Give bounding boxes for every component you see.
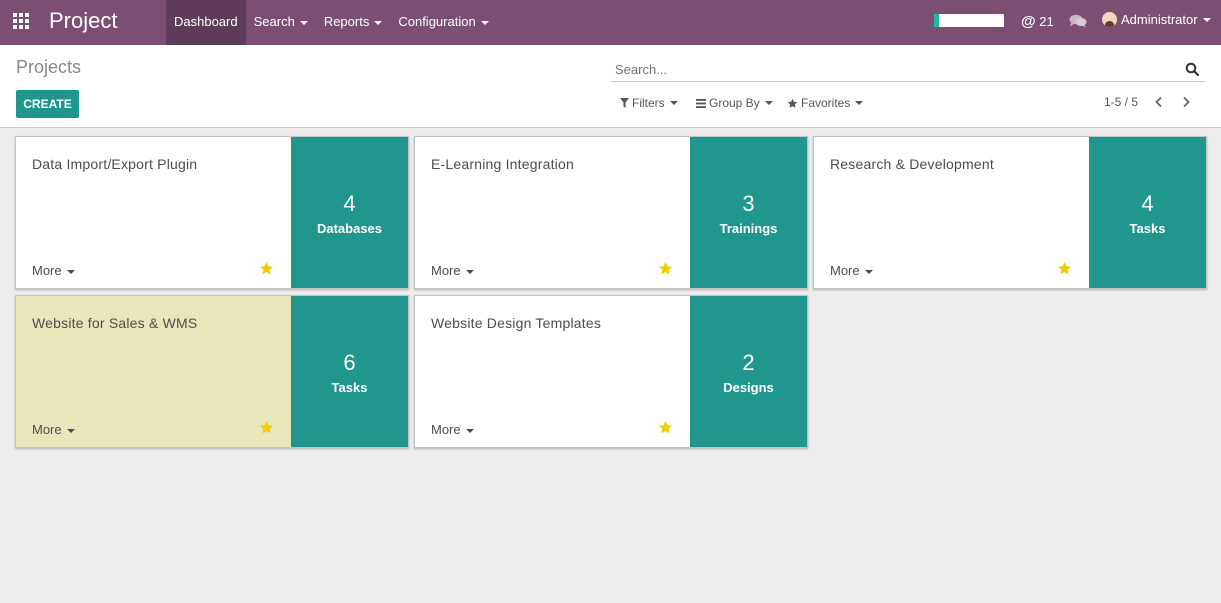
more-label: More (431, 263, 461, 278)
caret-down-icon (764, 101, 773, 105)
task-unit: Tasks (1129, 221, 1166, 236)
mentions-count: 21 (1039, 14, 1054, 29)
top-navbar: Project Dashboard Search Reports Configu… (0, 0, 1221, 45)
project-name: E-Learning Integration (431, 156, 574, 172)
task-count-button[interactable]: 3 Trainings (690, 137, 807, 288)
project-card-body[interactable]: E-Learning Integration More (415, 137, 690, 288)
caret-down-icon (855, 101, 864, 105)
caret-down-icon (480, 20, 489, 25)
menu-reports-label: Reports (323, 14, 370, 29)
task-unit: Tasks (331, 380, 368, 395)
favorite-star-icon[interactable] (658, 261, 673, 276)
at-icon: @ (1021, 13, 1036, 30)
project-name: Website Design Templates (431, 315, 602, 331)
caret-down-icon (465, 269, 474, 274)
project-card[interactable]: Data Import/Export Plugin More 4 Databas… (15, 136, 409, 289)
menu-configuration-label: Configuration (398, 14, 476, 29)
menu-dashboard[interactable]: Dashboard (166, 0, 246, 45)
project-card-body[interactable]: Data Import/Export Plugin More (16, 137, 291, 288)
favorites-label: Favorites (801, 96, 851, 110)
project-card-body[interactable]: Research & Development More (814, 137, 1089, 288)
caret-down-icon (299, 20, 308, 25)
menu-dashboard-label: Dashboard (174, 14, 238, 29)
chevron-left-icon[interactable] (1153, 96, 1165, 108)
star-icon (787, 98, 798, 108)
task-count: 3 (742, 191, 755, 216)
task-count: 2 (742, 350, 755, 375)
filters-button[interactable]: Filters (620, 96, 678, 110)
more-label: More (830, 263, 860, 278)
task-count: 4 (1141, 191, 1154, 216)
more-dropdown[interactable]: More (431, 422, 474, 437)
project-card-body[interactable]: Website Design Templates More (415, 296, 690, 447)
main-menu: Dashboard Search Reports Configuration (166, 0, 497, 45)
menu-search-label: Search (253, 14, 295, 29)
chevron-right-icon[interactable] (1180, 96, 1192, 108)
project-card[interactable]: Website Design Templates More 2 Designs (414, 295, 808, 448)
user-name: Administrator (1121, 12, 1198, 27)
mentions-counter[interactable]: @ 21 (1021, 13, 1054, 30)
task-count: 4 (343, 191, 356, 216)
caret-down-icon (66, 428, 75, 433)
group-by-button[interactable]: Group By (696, 96, 773, 110)
favorites-button[interactable]: Favorites (787, 96, 864, 110)
caret-down-icon (374, 20, 383, 25)
task-count: 6 (343, 350, 356, 375)
caret-down-icon (66, 269, 75, 274)
control-panel: Projects CREATE Filters Group By Favorit… (0, 45, 1221, 128)
task-count-button[interactable]: 6 Tasks (291, 296, 408, 447)
list-icon (696, 98, 706, 108)
search-input[interactable] (611, 57, 1171, 81)
project-card[interactable]: E-Learning Integration More 3 Trainings (414, 136, 808, 289)
favorite-star-icon[interactable] (259, 420, 274, 435)
filter-icon (620, 98, 629, 108)
project-card[interactable]: Research & Development More 4 Tasks (813, 136, 1207, 289)
menu-configuration[interactable]: Configuration (390, 0, 496, 45)
app-brand: Project (49, 8, 118, 33)
progress-fill (934, 14, 939, 27)
group-by-label: Group By (709, 96, 760, 110)
project-card[interactable]: Website for Sales & WMS More 6 Tasks (15, 295, 409, 448)
task-unit: Databases (316, 221, 383, 236)
create-button[interactable]: CREATE (16, 90, 79, 118)
caret-down-icon (1202, 17, 1211, 22)
task-count-button[interactable]: 4 Databases (291, 137, 408, 288)
search-bar (611, 57, 1205, 82)
favorite-star-icon[interactable] (259, 261, 274, 276)
progress-widget[interactable] (934, 14, 1004, 27)
apps-grid-icon[interactable] (13, 13, 31, 31)
menu-reports[interactable]: Reports (316, 0, 391, 45)
more-label: More (32, 422, 62, 437)
project-name: Research & Development (830, 156, 994, 172)
caret-down-icon (864, 269, 873, 274)
task-count-button[interactable]: 2 Designs (690, 296, 807, 447)
breadcrumb: Projects (16, 57, 82, 77)
caret-down-icon (465, 428, 474, 433)
favorite-star-icon[interactable] (1057, 261, 1072, 276)
pager-value[interactable]: 1-5 / 5 (1104, 95, 1138, 109)
avatar (1102, 12, 1117, 27)
chat-bubbles-icon[interactable] (1069, 14, 1087, 28)
more-dropdown[interactable]: More (32, 263, 75, 278)
project-name: Website for Sales & WMS (32, 315, 198, 331)
more-dropdown[interactable]: More (830, 263, 873, 278)
menu-search[interactable]: Search (246, 0, 316, 45)
project-card-body[interactable]: Website for Sales & WMS More (16, 296, 291, 447)
user-menu[interactable]: Administrator (1102, 12, 1211, 27)
filters-label: Filters (632, 96, 665, 110)
more-dropdown[interactable]: More (431, 263, 474, 278)
more-label: More (32, 263, 62, 278)
task-unit: Designs (723, 380, 774, 395)
more-label: More (431, 422, 461, 437)
task-unit: Trainings (719, 221, 778, 236)
project-name: Data Import/Export Plugin (32, 156, 198, 172)
search-icon[interactable] (1185, 62, 1199, 76)
caret-down-icon (669, 101, 678, 105)
favorite-star-icon[interactable] (658, 420, 673, 435)
more-dropdown[interactable]: More (32, 422, 75, 437)
task-count-button[interactable]: 4 Tasks (1089, 137, 1206, 288)
